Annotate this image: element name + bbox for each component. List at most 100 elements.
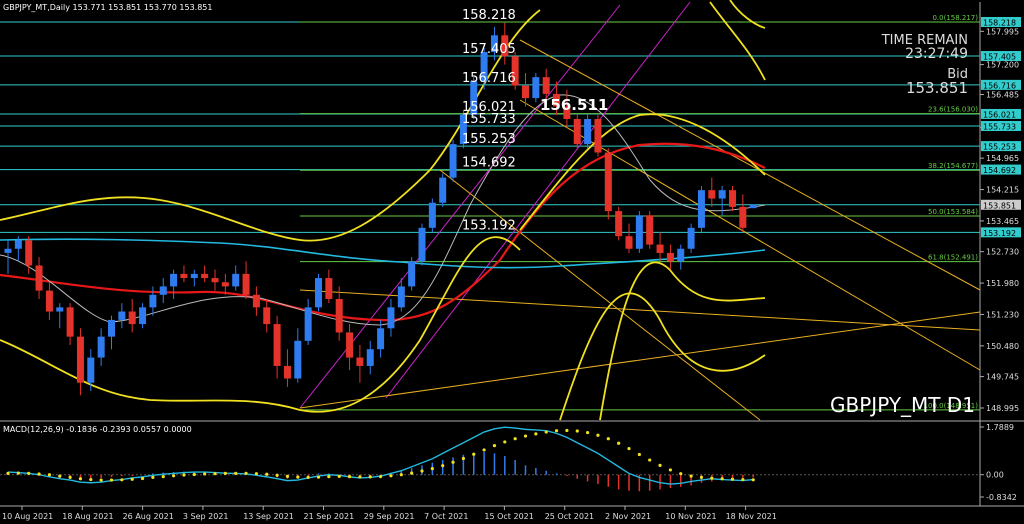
candle-body[interactable] <box>584 119 592 145</box>
candle-body[interactable] <box>635 215 643 249</box>
macd-signal-dot <box>47 473 52 477</box>
candle-body[interactable] <box>304 307 312 341</box>
macd-signal-dot <box>699 475 704 480</box>
macd-signal-dot <box>710 476 714 480</box>
macd-signal-dot <box>730 477 735 481</box>
candle-body[interactable] <box>366 349 374 366</box>
macd-signal-dot <box>420 469 424 473</box>
macd-signal-dot <box>451 460 455 464</box>
price-tick-label: 154.965 <box>986 154 1019 163</box>
candle-body[interactable] <box>201 273 209 279</box>
candle-body[interactable] <box>408 261 416 287</box>
candle-body[interactable] <box>190 273 198 279</box>
candle-body[interactable] <box>128 311 136 325</box>
candle-body[interactable] <box>739 206 747 228</box>
time-tick-label: 15 Oct 2021 <box>484 512 533 521</box>
candle-body[interactable] <box>377 328 385 350</box>
macd-signal-dot <box>109 478 114 482</box>
macd-signal-dot <box>16 471 20 475</box>
candle-body[interactable] <box>66 307 74 337</box>
candle-body[interactable] <box>325 278 333 299</box>
candle-body[interactable] <box>532 77 540 99</box>
highlight-price-label: 156.511 <box>540 96 608 114</box>
candle-body[interactable] <box>449 144 457 178</box>
macd-signal-dot <box>37 472 41 476</box>
candle-body[interactable] <box>56 307 64 312</box>
candle-body[interactable] <box>687 227 695 249</box>
macd-signal-dot <box>741 477 745 482</box>
price-tick-label: 156.485 <box>986 91 1019 100</box>
candle-body[interactable] <box>232 273 240 287</box>
candle-body[interactable] <box>294 340 302 379</box>
candle-body[interactable] <box>615 211 623 237</box>
candle-body[interactable] <box>25 240 33 266</box>
candle-body[interactable] <box>439 177 447 203</box>
candle-body[interactable] <box>149 294 157 308</box>
candle-body[interactable] <box>428 202 436 228</box>
candle-body[interactable] <box>170 273 178 287</box>
candle-body[interactable] <box>749 204 757 209</box>
candle-body[interactable] <box>346 332 354 358</box>
candle-body[interactable] <box>4 248 12 253</box>
candle-body[interactable] <box>677 248 685 262</box>
candle-body[interactable] <box>108 319 115 337</box>
macd-signal-dot <box>316 475 321 479</box>
candle-body[interactable] <box>283 365 291 379</box>
candle-body[interactable] <box>76 336 84 383</box>
candle-body[interactable] <box>594 119 602 153</box>
macd-signal-dot <box>172 474 176 478</box>
candle-body[interactable] <box>14 240 22 249</box>
candle-body[interactable] <box>604 152 612 212</box>
candle-body[interactable] <box>646 215 654 245</box>
price-tag-label: 153.192 <box>983 229 1016 238</box>
candle-body[interactable] <box>87 357 95 383</box>
macd-signal-dot <box>565 428 569 433</box>
candle-body[interactable] <box>118 311 126 320</box>
bid-value: 153.851 <box>906 79 968 97</box>
candle-body[interactable] <box>397 286 405 308</box>
candle-body[interactable] <box>221 282 229 287</box>
candle-body[interactable] <box>159 286 167 295</box>
candle-body[interactable] <box>625 236 633 249</box>
candle-body[interactable] <box>387 307 395 329</box>
macd-signal-dot <box>223 471 227 476</box>
candle-body[interactable] <box>211 278 219 283</box>
macd-signal-dot <box>368 475 372 479</box>
symbol-watermark: GBPJPY_MT D1 <box>830 393 975 417</box>
macd-signal-dot <box>513 437 517 441</box>
candle-body[interactable] <box>708 190 716 199</box>
macd-tick-label: 1.7889 <box>986 423 1014 432</box>
fib-level-label: 0.0(158.217) <box>932 14 978 22</box>
candle-body[interactable] <box>697 190 705 228</box>
candle-body[interactable] <box>35 265 43 291</box>
macd-signal-dot <box>596 433 600 437</box>
candle-body[interactable] <box>573 119 581 145</box>
candle-body[interactable] <box>542 77 550 94</box>
candle-body[interactable] <box>242 273 250 295</box>
time-tick-label: 2 Nov 2021 <box>605 512 651 521</box>
price-tick-label: 152.730 <box>986 248 1019 257</box>
time-remain-value: 23:27:49 <box>905 46 968 62</box>
candle-body[interactable] <box>356 357 364 366</box>
candle-body[interactable] <box>139 307 147 325</box>
candle-body[interactable] <box>273 324 281 366</box>
macd-signal-dot <box>668 468 673 472</box>
level-number-label: 156.716 <box>462 71 516 86</box>
candle-body[interactable] <box>666 252 674 262</box>
price-tick-label: 150.480 <box>986 342 1019 351</box>
candle-body[interactable] <box>522 85 529 99</box>
candle-body[interactable] <box>335 298 343 333</box>
candle-body[interactable] <box>729 190 736 207</box>
macd-signal-dot <box>492 444 497 448</box>
macd-signal-dot <box>337 474 341 478</box>
candle-body[interactable] <box>45 290 53 312</box>
candle-body[interactable] <box>718 190 726 199</box>
macd-signal-dot <box>296 475 300 479</box>
candle-body[interactable] <box>656 244 664 253</box>
candle-body[interactable] <box>180 273 188 279</box>
candle-body[interactable] <box>418 227 426 262</box>
candle-body[interactable] <box>97 336 105 358</box>
candle-body[interactable] <box>315 278 322 308</box>
candle-body[interactable] <box>263 307 271 325</box>
candle-body[interactable] <box>252 294 260 308</box>
